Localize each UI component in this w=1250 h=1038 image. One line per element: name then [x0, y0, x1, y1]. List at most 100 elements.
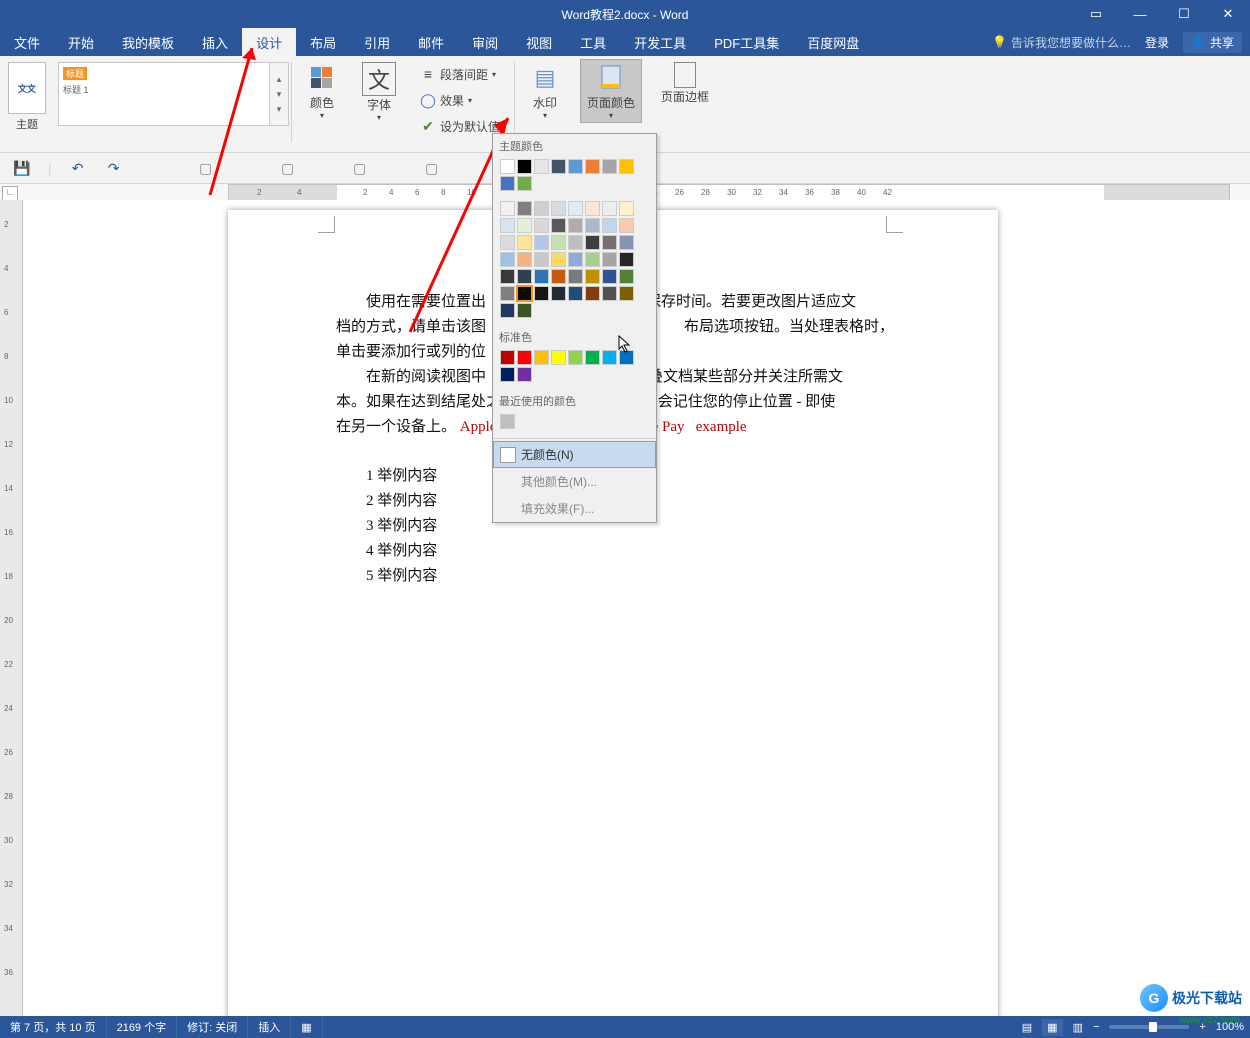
color-swatch[interactable]: [551, 269, 566, 284]
color-swatch[interactable]: [602, 218, 617, 233]
color-swatch[interactable]: [602, 235, 617, 250]
color-swatch[interactable]: [517, 367, 532, 382]
color-swatch[interactable]: [585, 235, 600, 250]
vertical-ruler[interactable]: 24681012141618202224262830323436: [0, 200, 23, 1016]
color-swatch[interactable]: [517, 201, 532, 216]
color-swatch[interactable]: [602, 252, 617, 267]
color-swatch[interactable]: [534, 218, 549, 233]
themes-button[interactable]: 文文: [8, 62, 46, 114]
tab-review[interactable]: 审阅: [458, 28, 512, 56]
tab-developer[interactable]: 开发工具: [620, 28, 700, 56]
color-swatch[interactable]: [619, 252, 634, 267]
status-insert[interactable]: 插入: [248, 1016, 291, 1038]
color-swatch[interactable]: [517, 252, 532, 267]
color-swatch[interactable]: [500, 350, 515, 365]
colors-button[interactable]: 颜色▾: [302, 60, 342, 122]
tab-design[interactable]: 设计: [242, 28, 296, 56]
qat-icon-4[interactable]: ▢: [422, 158, 442, 178]
tab-layout[interactable]: 布局: [296, 28, 350, 56]
color-swatch[interactable]: [585, 252, 600, 267]
color-swatch[interactable]: [585, 201, 600, 216]
tell-me[interactable]: 💡告诉我您想要做什么…: [992, 34, 1131, 51]
color-swatch[interactable]: [517, 303, 532, 318]
color-swatch[interactable]: [568, 252, 583, 267]
effects-button[interactable]: ◯效果 ▾: [416, 88, 476, 112]
color-swatch[interactable]: [551, 159, 566, 174]
tab-home[interactable]: 开始: [54, 28, 108, 56]
qat-icon-1[interactable]: ▢: [196, 158, 216, 178]
color-swatch[interactable]: [534, 269, 549, 284]
page-color-button[interactable]: 页面颜色▾: [581, 60, 641, 122]
minimize-icon[interactable]: —: [1118, 0, 1162, 28]
style-gallery[interactable]: 标题 标题 1: [58, 62, 270, 126]
color-swatch[interactable]: [551, 235, 566, 250]
color-swatch[interactable]: [500, 414, 515, 429]
redo-button[interactable]: ↷: [104, 158, 124, 178]
color-swatch[interactable]: [551, 201, 566, 216]
qat-icon-3[interactable]: ▢: [350, 158, 370, 178]
zoom-out-button[interactable]: −: [1093, 1021, 1099, 1033]
view-print-icon[interactable]: ▦: [1042, 1019, 1062, 1036]
color-swatch[interactable]: [534, 252, 549, 267]
color-swatch[interactable]: [517, 350, 532, 365]
color-swatch[interactable]: [517, 286, 532, 301]
tab-templates[interactable]: 我的模板: [108, 28, 188, 56]
color-swatch[interactable]: [500, 218, 515, 233]
login-link[interactable]: 登录: [1145, 34, 1169, 51]
tab-view[interactable]: 视图: [512, 28, 566, 56]
color-swatch[interactable]: [500, 269, 515, 284]
color-swatch[interactable]: [568, 235, 583, 250]
tab-mailings[interactable]: 邮件: [404, 28, 458, 56]
maximize-icon[interactable]: ☐: [1162, 0, 1206, 28]
gallery-more-button[interactable]: ▴▾▾: [270, 62, 289, 126]
color-swatch[interactable]: [517, 269, 532, 284]
color-swatch[interactable]: [568, 269, 583, 284]
color-swatch[interactable]: [500, 286, 515, 301]
zoom-slider[interactable]: [1109, 1025, 1189, 1029]
color-swatch[interactable]: [602, 350, 617, 365]
more-colors-item[interactable]: 其他颜色(M)...: [493, 468, 656, 495]
color-swatch[interactable]: [551, 350, 566, 365]
color-swatch[interactable]: [517, 235, 532, 250]
color-swatch[interactable]: [500, 201, 515, 216]
save-button[interactable]: 💾: [12, 158, 32, 178]
color-swatch[interactable]: [517, 176, 532, 191]
color-swatch[interactable]: [551, 252, 566, 267]
color-swatch[interactable]: [551, 286, 566, 301]
tab-tools[interactable]: 工具: [566, 28, 620, 56]
tab-baidu[interactable]: 百度网盘: [793, 28, 873, 56]
color-swatch[interactable]: [619, 159, 634, 174]
share-button[interactable]: 👤共享: [1183, 32, 1242, 53]
color-swatch[interactable]: [534, 286, 549, 301]
color-swatch[interactable]: [619, 201, 634, 216]
color-swatch[interactable]: [534, 159, 549, 174]
status-macro-icon[interactable]: ▦: [291, 1016, 322, 1038]
color-swatch[interactable]: [568, 286, 583, 301]
color-swatch[interactable]: [585, 286, 600, 301]
qat-icon-2[interactable]: ▢: [278, 158, 298, 178]
color-swatch[interactable]: [568, 350, 583, 365]
color-swatch[interactable]: [551, 218, 566, 233]
color-swatch[interactable]: [602, 159, 617, 174]
color-swatch[interactable]: [585, 269, 600, 284]
status-page[interactable]: 第 7 页，共 10 页: [0, 1016, 107, 1038]
color-swatch[interactable]: [602, 201, 617, 216]
paragraph-spacing-button[interactable]: ≡段落间距 ▾: [416, 62, 500, 86]
undo-button[interactable]: ↶: [68, 158, 88, 178]
fill-effects-item[interactable]: 填充效果(F)...: [493, 495, 656, 522]
color-swatch[interactable]: [500, 235, 515, 250]
tab-insert[interactable]: 插入: [188, 28, 242, 56]
color-swatch[interactable]: [568, 159, 583, 174]
color-swatch[interactable]: [568, 201, 583, 216]
view-web-icon[interactable]: ▥: [1073, 1021, 1083, 1034]
color-swatch[interactable]: [585, 218, 600, 233]
color-swatch[interactable]: [500, 176, 515, 191]
color-swatch[interactable]: [619, 269, 634, 284]
color-swatch[interactable]: [500, 367, 515, 382]
color-swatch[interactable]: [517, 218, 532, 233]
page-borders-button[interactable]: 页面边框: [657, 60, 713, 107]
tab-references[interactable]: 引用: [350, 28, 404, 56]
ribbon-display-icon[interactable]: ▭: [1074, 0, 1118, 28]
fonts-button[interactable]: 文 字体▾: [358, 60, 400, 124]
status-track[interactable]: 修订: 关闭: [177, 1016, 248, 1038]
